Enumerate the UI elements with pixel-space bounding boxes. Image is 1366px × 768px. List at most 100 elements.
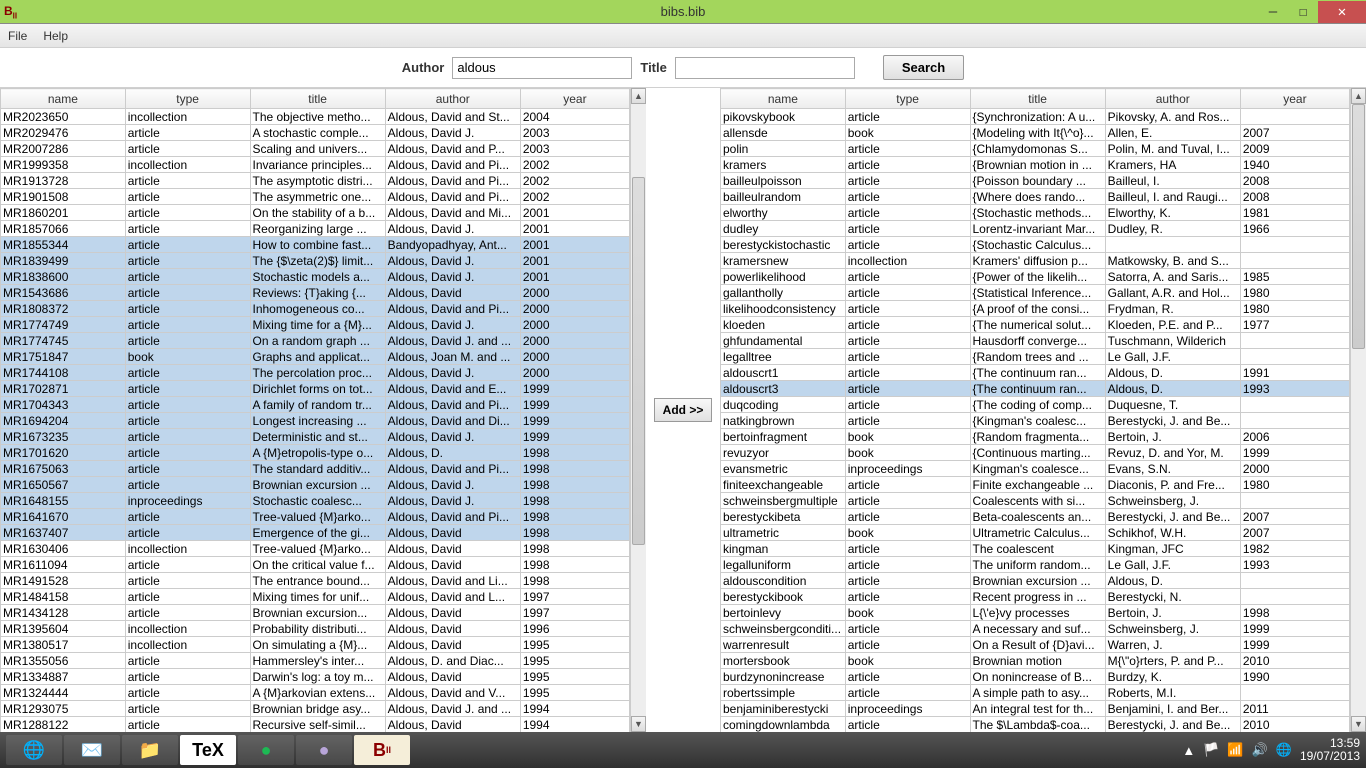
table-row[interactable]: MR1650567articleBrownian excursion ...Al… — [1, 477, 630, 493]
title-input[interactable] — [675, 57, 855, 79]
col-name[interactable]: name — [1, 89, 126, 109]
close-button[interactable]: ✕ — [1318, 1, 1366, 23]
table-row[interactable]: powerlikelihoodarticle{Power of the like… — [721, 269, 1350, 285]
col-author[interactable]: author — [385, 89, 520, 109]
table-row[interactable]: duqcodingarticle{The coding of comp...Du… — [721, 397, 1350, 413]
table-row[interactable]: ghfundamentalarticleHausdorff converge..… — [721, 333, 1350, 349]
taskbar-chrome[interactable]: 🌐 — [6, 735, 62, 765]
table-row[interactable]: warrenresultarticleOn a Result of {D}avi… — [721, 637, 1350, 653]
table-row[interactable]: kingmanarticleThe coalescentKingman, JFC… — [721, 541, 1350, 557]
table-row[interactable]: MR1484158articleMixing times for unif...… — [1, 589, 630, 605]
table-row[interactable]: kramersarticle{Brownian motion in ...Kra… — [721, 157, 1350, 173]
table-row[interactable]: berestyckibookarticleRecent progress in … — [721, 589, 1350, 605]
table-row[interactable]: MR1434128articleBrownian excursion...Ald… — [1, 605, 630, 621]
table-row[interactable]: schweinsbergmultiplearticleCoalescents w… — [721, 493, 1350, 509]
minimize-button[interactable]: — — [1258, 1, 1288, 23]
table-row[interactable]: allensdebook{Modeling with It{\^o}...All… — [721, 125, 1350, 141]
table-row[interactable]: MR1324444articleA {M}arkovian extens...A… — [1, 685, 630, 701]
scroll-up-icon[interactable]: ▲ — [1351, 88, 1366, 104]
table-row[interactable]: MR1751847bookGraphs and applicat...Aldou… — [1, 349, 630, 365]
menu-help[interactable]: Help — [43, 29, 68, 43]
table-row[interactable]: aldouscrt3article{The continuum ran...Al… — [721, 381, 1350, 397]
taskbar-tex[interactable]: TeX — [180, 735, 236, 765]
taskbar-eclipse[interactable]: ● — [296, 735, 352, 765]
table-row[interactable]: MR1774745articleOn a random graph ...Ald… — [1, 333, 630, 349]
table-row[interactable]: legalluniformarticleThe uniform random..… — [721, 557, 1350, 573]
left-scrollbar[interactable]: ▲ ▼ — [630, 88, 646, 732]
scroll-down-icon[interactable]: ▼ — [631, 716, 646, 732]
table-row[interactable]: MR1704343articleA family of random tr...… — [1, 397, 630, 413]
table-row[interactable]: bertoinfragmentbook{Random fragmenta...B… — [721, 429, 1350, 445]
table-row[interactable]: MR1744108articleThe percolation proc...A… — [1, 365, 630, 381]
right-table[interactable]: name type title author year pikovskybook… — [720, 88, 1350, 732]
table-row[interactable]: MR2029476articleA stochastic comple...Al… — [1, 125, 630, 141]
col-title[interactable]: title — [970, 89, 1105, 109]
table-row[interactable]: MR1701620articleA {M}etropolis-type o...… — [1, 445, 630, 461]
table-row[interactable]: MR1334887articleDarwin's log: a toy m...… — [1, 669, 630, 685]
table-row[interactable]: natkingbrownarticle{Kingman's coalesc...… — [721, 413, 1350, 429]
scroll-up-icon[interactable]: ▲ — [631, 88, 646, 104]
wifi-icon[interactable]: 📶 — [1227, 742, 1243, 758]
taskbar-spotify[interactable]: ● — [238, 735, 294, 765]
table-row[interactable]: MR1630406incollectionTree-valued {M}arko… — [1, 541, 630, 557]
col-author[interactable]: author — [1105, 89, 1240, 109]
table-row[interactable]: MR1293075articleBrownian bridge asy...Al… — [1, 701, 630, 717]
table-row[interactable]: robertssimplearticleA simple path to asy… — [721, 685, 1350, 701]
table-row[interactable]: likelihoodconsistencyarticle{A proof of … — [721, 301, 1350, 317]
table-row[interactable]: MR1839499articleThe {$\zeta(2)$} limit..… — [1, 253, 630, 269]
table-row[interactable]: elworthyarticle{Stochastic methods...Elw… — [721, 205, 1350, 221]
maximize-button[interactable]: ☐ — [1288, 1, 1318, 23]
table-row[interactable]: burdzynonincreasearticleOn nonincrease o… — [721, 669, 1350, 685]
col-year[interactable]: year — [1240, 89, 1349, 109]
taskbar-app[interactable]: BII — [354, 735, 410, 765]
col-year[interactable]: year — [520, 89, 629, 109]
table-row[interactable]: benjaminiberestyckiinproceedingsAn integ… — [721, 701, 1350, 717]
flag-icon[interactable]: 🏳️ — [1203, 742, 1219, 758]
table-row[interactable]: MR1774749articleMixing time for a {M}...… — [1, 317, 630, 333]
table-row[interactable]: MR2007286articleScaling and univers...Al… — [1, 141, 630, 157]
col-type[interactable]: type — [125, 89, 250, 109]
col-type[interactable]: type — [845, 89, 970, 109]
table-row[interactable]: MR1288122articleRecursive self-simil...A… — [1, 717, 630, 733]
table-row[interactable]: MR1694204articleLongest increasing ...Al… — [1, 413, 630, 429]
table-row[interactable]: MR1913728articleThe asymptotic distri...… — [1, 173, 630, 189]
author-input[interactable] — [452, 57, 632, 79]
table-row[interactable]: pikovskybookarticle{Synchronization: A u… — [721, 109, 1350, 125]
table-row[interactable]: MR1637407articleEmergence of the gi...Al… — [1, 525, 630, 541]
table-row[interactable]: MR1543686articleReviews: {T}aking {...Al… — [1, 285, 630, 301]
table-row[interactable]: schweinsbergconditi...articleA necessary… — [721, 621, 1350, 637]
table-row[interactable]: MR1838600articleStochastic models a...Al… — [1, 269, 630, 285]
table-row[interactable]: revuzyorbook{Continuous marting...Revuz,… — [721, 445, 1350, 461]
table-row[interactable]: MR1808372articleInhomogeneous co...Aldou… — [1, 301, 630, 317]
table-row[interactable]: legalltreearticle{Random trees and ...Le… — [721, 349, 1350, 365]
table-row[interactable]: MR1380517incollectionOn simulating a {M}… — [1, 637, 630, 653]
table-row[interactable]: kloedenarticle{The numerical solut...Klo… — [721, 317, 1350, 333]
table-row[interactable]: gallanthollyarticle{Statistical Inferenc… — [721, 285, 1350, 301]
table-row[interactable]: dudleyarticleLorentz-invariant Mar...Dud… — [721, 221, 1350, 237]
table-row[interactable]: bailleulpoissonarticle{Poisson boundary … — [721, 173, 1350, 189]
table-row[interactable]: MR1855344articleHow to combine fast...Ba… — [1, 237, 630, 253]
table-row[interactable]: bertoinlevybookL{\'e}vy processesBertoin… — [721, 605, 1350, 621]
table-row[interactable]: aldouscrt1article{The continuum ran...Al… — [721, 365, 1350, 381]
table-row[interactable]: MR1999358incollectionInvariance principl… — [1, 157, 630, 173]
table-row[interactable]: bailleulrandomarticle{Where does rando..… — [721, 189, 1350, 205]
table-row[interactable]: finiteexchangeablearticleFinite exchange… — [721, 477, 1350, 493]
table-row[interactable]: MR1857066articleReorganizing large ...Al… — [1, 221, 630, 237]
search-button[interactable]: Search — [883, 55, 964, 80]
network-icon[interactable]: 🌐 — [1276, 742, 1292, 758]
table-row[interactable]: MR1611094articleOn the critical value f.… — [1, 557, 630, 573]
table-row[interactable]: kramersnewincollectionKramers' diffusion… — [721, 253, 1350, 269]
table-row[interactable]: MR1860201articleOn the stability of a b.… — [1, 205, 630, 221]
table-row[interactable]: ultrametricbookUltrametric Calculus...Sc… — [721, 525, 1350, 541]
table-row[interactable]: MR1355056articleHammersley's inter...Ald… — [1, 653, 630, 669]
table-row[interactable]: MR1675063articleThe standard additiv...A… — [1, 461, 630, 477]
table-row[interactable]: aldousconditionarticleBrownian excursion… — [721, 573, 1350, 589]
volume-icon[interactable]: 🔊 — [1252, 742, 1268, 758]
table-row[interactable]: comingdownlambdaarticleThe $\Lambda$-coa… — [721, 717, 1350, 733]
table-row[interactable]: MR1491528articleThe entrance bound...Ald… — [1, 573, 630, 589]
add-button[interactable]: Add >> — [654, 398, 713, 422]
table-row[interactable]: berestyckibetaarticleBeta-coalescents an… — [721, 509, 1350, 525]
scroll-down-icon[interactable]: ▼ — [1351, 716, 1366, 732]
table-row[interactable]: mortersbookbookBrownian motionM{\"o}rter… — [721, 653, 1350, 669]
table-row[interactable]: berestyckistochasticarticle{Stochastic C… — [721, 237, 1350, 253]
